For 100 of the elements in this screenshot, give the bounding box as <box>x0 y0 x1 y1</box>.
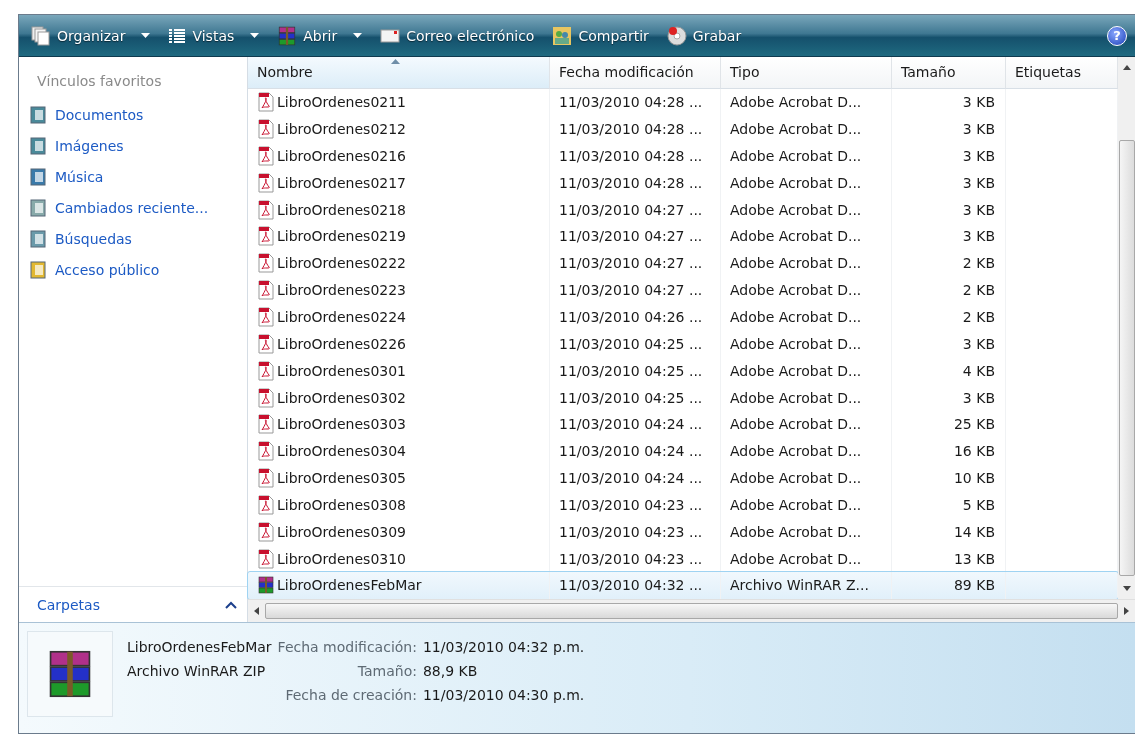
type-cell: Adobe Acrobat D... <box>721 249 892 277</box>
file-row[interactable]: LibroOrdenes0303 11/03/2010 04:24 ... Adobe Acrobat D... 25 KB <box>248 410 1118 438</box>
type-cell: Adobe Acrobat D... <box>721 169 892 197</box>
date-cell: 11/03/2010 04:24 ... <box>550 410 721 438</box>
column-header[interactable]: Tamaño <box>892 57 1006 89</box>
pdf-file-icon <box>257 548 275 569</box>
detail-label: Fecha modificación: <box>277 639 417 655</box>
pdf-file-icon <box>257 521 275 542</box>
toolbar-button[interactable]: Abrir <box>277 25 363 46</box>
file-row[interactable]: LibroOrdenes0302 11/03/2010 04:25 ... Adobe Acrobat D... 3 KB <box>248 384 1118 411</box>
sidebar-link[interactable]: Documentos <box>19 99 247 130</box>
detail-value: 11/03/2010 04:30 p.m. <box>422 687 585 703</box>
archive-stack-icon <box>277 25 298 46</box>
sidebar-link[interactable]: Búsquedas <box>19 223 247 254</box>
date-cell: 11/03/2010 04:27 ... <box>550 249 721 277</box>
file-row[interactable]: LibroOrdenes0223 11/03/2010 04:27 ... Adobe Acrobat D... 2 KB <box>248 276 1118 304</box>
size-cell: 14 KB <box>892 518 1006 546</box>
date-cell: 11/03/2010 04:26 ... <box>550 303 721 331</box>
file-row[interactable]: LibroOrdenes0212 11/03/2010 04:28 ... Adobe Acrobat D... 3 KB <box>248 115 1118 143</box>
file-row[interactable]: LibroOrdenes0309 11/03/2010 04:23 ... Adobe Acrobat D... 14 KB <box>248 518 1118 546</box>
type-cell: Adobe Acrobat D... <box>721 303 892 331</box>
toolbar-button[interactable]: Organizar <box>31 25 151 46</box>
file-name-cell: LibroOrdenes0211 <box>248 88 550 116</box>
size-cell: 3 KB <box>892 196 1006 224</box>
file-row[interactable]: LibroOrdenes0301 11/03/2010 04:25 ... Adobe Acrobat D... 4 KB <box>248 357 1118 385</box>
date-cell: 11/03/2010 04:27 ... <box>550 276 721 304</box>
file-row[interactable]: LibroOrdenes0224 11/03/2010 04:26 ... Adobe Acrobat D... 2 KB <box>248 303 1118 331</box>
date-cell: 11/03/2010 04:23 ... <box>550 518 721 546</box>
file-row[interactable]: LibroOrdenes0219 11/03/2010 04:27 ... Adobe Acrobat D... 3 KB <box>248 223 1118 250</box>
chevron-up-icon <box>225 600 237 609</box>
up-arrow-icon <box>1122 65 1131 70</box>
pdf-file-icon <box>257 253 275 274</box>
file-name-cell: LibroOrdenes0301 <box>248 357 550 385</box>
file-name: LibroOrdenesFebMar <box>127 639 272 655</box>
pdf-file-icon <box>257 280 275 301</box>
file-row[interactable]: LibroOrdenes0222 11/03/2010 04:27 ... Adobe Acrobat D... 2 KB <box>248 249 1118 277</box>
date-cell: 11/03/2010 04:32 ... <box>550 572 721 599</box>
file-row[interactable]: LibroOrdenes0226 11/03/2010 04:25 ... Adobe Acrobat D... 3 KB <box>248 330 1118 358</box>
document-icon <box>29 104 47 125</box>
file-row[interactable]: LibroOrdenes0218 11/03/2010 04:27 ... Adobe Acrobat D... 3 KB <box>248 196 1118 224</box>
type-cell: Archivo WinRAR Z... <box>721 572 892 599</box>
size-cell: 3 KB <box>892 88 1006 116</box>
file-name-cell: LibroOrdenes0219 <box>248 223 550 250</box>
file-row[interactable]: LibroOrdenes0305 11/03/2010 04:24 ... Adobe Acrobat D... 10 KB <box>248 464 1118 492</box>
size-cell: 3 KB <box>892 223 1006 250</box>
detail-label: Fecha de creación: <box>284 687 417 703</box>
size-cell: 2 KB <box>892 249 1006 277</box>
file-row[interactable]: LibroOrdenes0304 11/03/2010 04:24 ... Adobe Acrobat D... 16 KB <box>248 437 1118 465</box>
toolbar-button[interactable]: Correo electrónico <box>380 27 535 44</box>
file-row[interactable]: LibroOrdenes0216 11/03/2010 04:28 ... Adobe Acrobat D... 3 KB <box>248 142 1118 170</box>
pdf-file-icon <box>257 360 275 381</box>
toolbar-button[interactable]: Compartir <box>552 25 649 46</box>
vertical-scrollbar[interactable] <box>1118 57 1135 599</box>
type-cell: Adobe Acrobat D... <box>721 330 892 358</box>
date-cell: 11/03/2010 04:24 ... <box>550 464 721 492</box>
date-cell: 11/03/2010 04:28 ... <box>550 142 721 170</box>
file-name-cell: LibroOrdenes0217 <box>248 169 550 197</box>
type-cell: Adobe Acrobat D... <box>721 142 892 170</box>
toolbar-button[interactable]: Grabar <box>666 25 742 46</box>
type-cell: Adobe Acrobat D... <box>721 437 892 465</box>
sidebar-link[interactable]: Música <box>19 161 247 192</box>
toolbar-button[interactable]: Vistas <box>168 26 260 45</box>
date-cell: 11/03/2010 04:25 ... <box>550 384 721 411</box>
column-header[interactable]: Fecha modificación <box>550 57 721 89</box>
detail-value: 88,9 KB <box>422 663 479 679</box>
column-header[interactable]: Etiquetas <box>1006 57 1118 89</box>
file-row[interactable]: LibroOrdenes0217 11/03/2010 04:28 ... Adobe Acrobat D... 3 KB <box>248 169 1118 197</box>
type-cell: Adobe Acrobat D... <box>721 223 892 250</box>
date-cell: 11/03/2010 04:23 ... <box>550 491 721 519</box>
file-type: Archivo WinRAR ZIP <box>127 663 267 679</box>
pdf-file-icon <box>257 172 275 193</box>
file-row[interactable]: LibroOrdenes0211 11/03/2010 04:28 ... Adobe Acrobat D... 3 KB <box>248 88 1118 116</box>
list-view-icon <box>168 26 187 45</box>
file-name-cell: LibroOrdenes0212 <box>248 115 550 143</box>
size-cell: 10 KB <box>892 464 1006 492</box>
sidebar-link[interactable]: Acceso público <box>19 254 247 285</box>
date-cell: 11/03/2010 04:28 ... <box>550 169 721 197</box>
file-row[interactable]: LibroOrdenes0308 11/03/2010 04:23 ... Adobe Acrobat D... 5 KB <box>248 491 1118 519</box>
date-cell: 11/03/2010 04:24 ... <box>550 437 721 465</box>
archive-stack-icon <box>257 576 275 595</box>
file-row[interactable]: LibroOrdenesFebMar 11/03/2010 04:32 ... Archivo WinRAR Z... 89 KB <box>248 572 1118 599</box>
size-cell: 3 KB <box>892 169 1006 197</box>
sidebar-link[interactable]: Cambiados reciente... <box>19 192 247 223</box>
horizontal-scrollbar[interactable] <box>248 599 1135 622</box>
size-cell: 3 KB <box>892 384 1006 411</box>
column-header[interactable]: Tipo <box>721 57 892 89</box>
size-cell: 5 KB <box>892 491 1006 519</box>
date-cell: 11/03/2010 04:28 ... <box>550 88 721 116</box>
pdf-file-icon <box>257 468 275 489</box>
pdf-file-icon <box>257 387 275 408</box>
date-cell: 11/03/2010 04:27 ... <box>550 223 721 250</box>
file-name-cell: LibroOrdenes0216 <box>248 142 550 170</box>
sidebar-heading: Vínculos favoritos <box>36 72 163 91</box>
folder-icon <box>29 259 47 280</box>
file-name-cell: LibroOrdenes0308 <box>248 491 550 519</box>
column-header[interactable]: Nombre <box>248 57 550 89</box>
size-cell: 25 KB <box>892 410 1006 438</box>
file-name-cell: LibroOrdenes0302 <box>248 384 550 411</box>
sidebar-link[interactable]: Imágenes <box>19 130 247 161</box>
pdf-file-icon <box>257 199 275 220</box>
